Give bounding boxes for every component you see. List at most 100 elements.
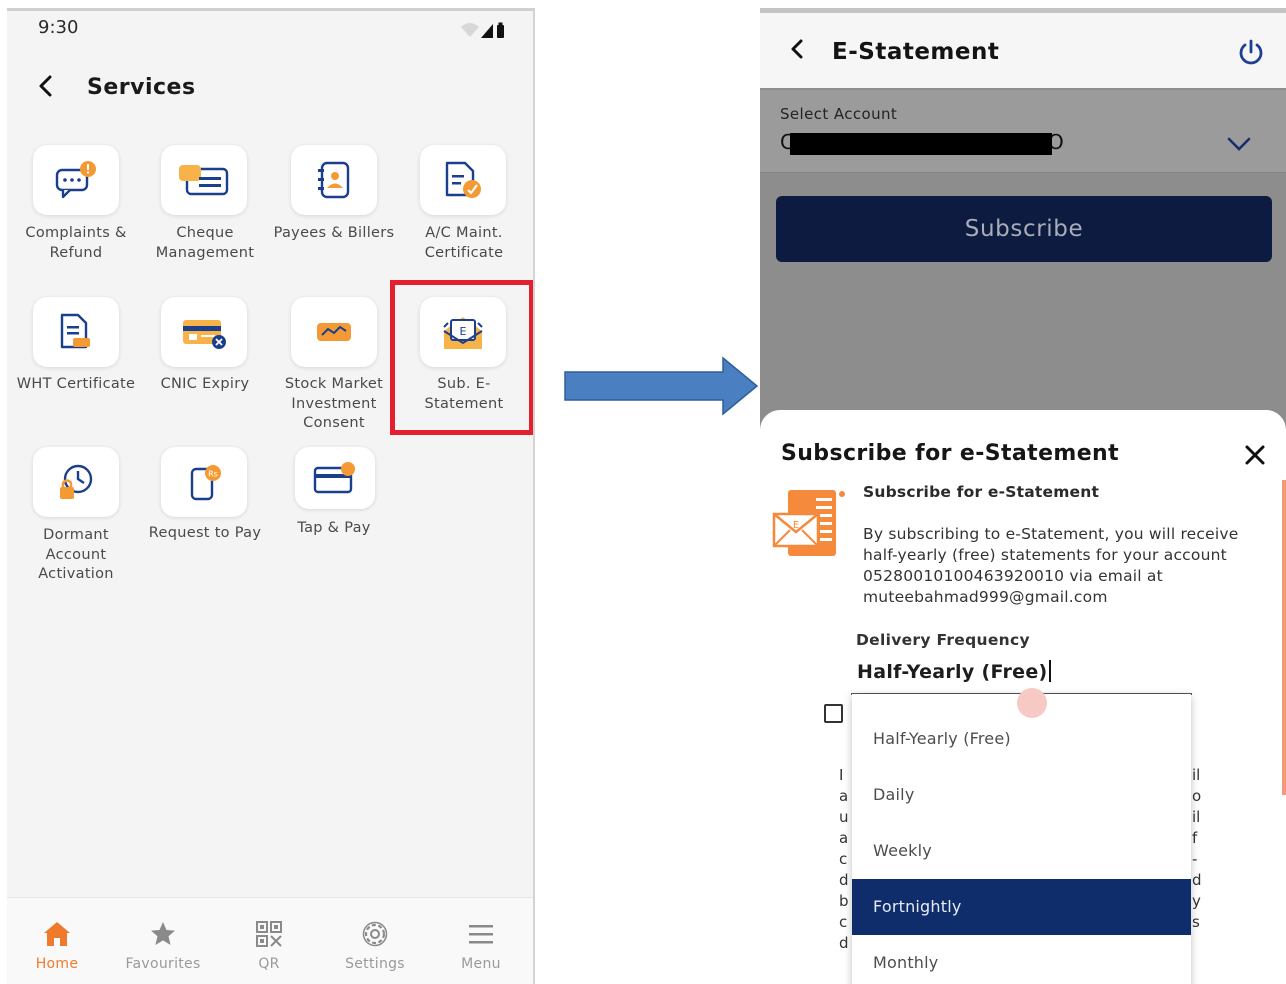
terms-text-fragment: d — [839, 934, 849, 952]
home-icon — [44, 922, 70, 946]
nav-label: Favourites — [125, 956, 201, 972]
e-statement-screen: E-Statement Select Account C O Subscribe… — [760, 8, 1286, 984]
service-label: Stock Market Investment Consent — [284, 376, 384, 431]
info-title: Subscribe for e-Statement — [863, 483, 1100, 501]
flow-arrow-icon — [564, 356, 759, 416]
service-payees-billers[interactable] — [291, 145, 377, 215]
svg-text:Rs: Rs — [208, 470, 218, 479]
service-tap-and-pay[interactable] — [295, 447, 375, 509]
nav-label: Home — [35, 956, 79, 972]
touch-indicator — [1017, 688, 1047, 718]
stock-wallet-icon — [317, 323, 351, 341]
account-label: Select Account — [780, 105, 898, 123]
cheque-icon — [179, 165, 229, 196]
frequency-label: Delivery Frequency — [856, 631, 1030, 649]
page-title: E-Statement — [832, 39, 1000, 65]
terms-text-fragment: il — [1192, 766, 1201, 784]
terms-text-fragment: I — [839, 766, 844, 784]
terms-text-fragment: c — [839, 850, 848, 868]
subscribe-button[interactable]: Subscribe — [776, 196, 1272, 262]
status-signal-icon — [461, 22, 504, 38]
dormant-clock-icon — [60, 464, 93, 499]
account-redaction — [790, 133, 1052, 155]
wht-doc-icon — [60, 313, 90, 349]
service-ac-maint-certificate[interactable] — [420, 145, 506, 215]
service-label: Complaints & Refund — [25, 225, 127, 261]
service-label: Payees & Billers — [273, 225, 395, 241]
nav-label: QR — [258, 956, 280, 972]
terms-text-fragment: c — [839, 913, 848, 931]
nav-qr[interactable]: QR — [219, 898, 319, 984]
composite-screenshot: 9:30 Services Complaints & Refund Cheque… — [0, 0, 1286, 984]
terms-text-fragment: a — [839, 787, 849, 805]
service-label: Dormant Account Activation — [38, 527, 114, 582]
close-icon[interactable] — [1244, 444, 1266, 466]
terms-text-fragment: o — [1192, 787, 1202, 805]
back-button[interactable] — [35, 73, 55, 104]
frequency-value-text: Half-Yearly (Free) — [857, 661, 1048, 683]
hamburger-menu-icon — [469, 925, 493, 944]
service-label: CNIC Expiry — [160, 376, 250, 392]
app-header: E-Statement — [760, 13, 1286, 88]
chevron-down-icon — [1227, 137, 1251, 151]
nav-home[interactable]: Home — [7, 898, 107, 984]
chevron-left-icon — [791, 39, 803, 59]
subscribe-bottom-sheet: Subscribe for e-Statement E Subscribe fo… — [760, 410, 1286, 984]
terms-text-fragment: y — [1192, 892, 1201, 910]
terms-text-fragment: b — [839, 892, 849, 910]
dropdown-option-daily[interactable]: Daily — [852, 767, 1191, 823]
dropdown-option-weekly[interactable]: Weekly — [852, 823, 1191, 879]
service-cheque-management[interactable] — [161, 145, 247, 215]
service-label: Cheque Management — [155, 225, 255, 261]
terms-text-fragment: d — [839, 871, 849, 889]
qr-icon — [256, 921, 282, 947]
service-label: Tap & Pay — [297, 520, 371, 536]
service-complaints-refund[interactable] — [33, 145, 119, 215]
service-label: Request to Pay — [148, 525, 262, 541]
dropdown-option-half-yearly[interactable]: Half-Yearly (Free) — [852, 711, 1191, 767]
terms-checkbox[interactable] — [824, 704, 843, 723]
highlight-box — [390, 280, 533, 435]
scrollbar[interactable] — [1282, 480, 1286, 795]
page-title: Services — [87, 75, 196, 100]
info-description: By subscribing to e-Statement, you will … — [863, 525, 1239, 606]
svg-text:E: E — [793, 520, 799, 531]
request-pay-phone-icon: Rs — [190, 465, 221, 501]
power-icon[interactable] — [1236, 37, 1266, 67]
bottom-navigation: Home Favourites QR Settings Menu — [7, 897, 533, 984]
dropdown-option-fortnightly[interactable]: Fortnightly — [852, 879, 1191, 935]
terms-text-fragment: a — [839, 829, 849, 847]
service-wht-certificate[interactable] — [33, 297, 119, 367]
service-label: A/C Maint. Certificate — [424, 225, 504, 261]
terms-text-fragment: d — [1192, 871, 1202, 889]
frequency-dropdown: Half-Yearly (Free) Daily Weekly Fortnigh… — [852, 694, 1191, 984]
service-dormant-activation[interactable] — [33, 447, 119, 517]
account-selector[interactable]: Select Account C O — [760, 90, 1286, 173]
terms-text-fragment: il — [1192, 808, 1201, 826]
tap-pay-card-icon — [313, 462, 355, 494]
service-cnic-expiry[interactable] — [161, 297, 247, 367]
nav-menu[interactable]: Menu — [431, 898, 531, 984]
terms-text-fragment: f — [1192, 829, 1198, 847]
nav-favourites[interactable]: Favourites — [113, 898, 213, 984]
certificate-doc-icon — [445, 161, 481, 198]
terms-text-fragment: s — [1192, 913, 1200, 931]
terms-text-fragment: - — [1192, 850, 1198, 868]
services-screen: 9:30 Services Complaints & Refund Cheque… — [7, 8, 535, 984]
status-time: 9:30 — [38, 17, 79, 38]
dropdown-option-monthly[interactable]: Monthly — [852, 935, 1191, 984]
complaint-chat-icon — [55, 161, 96, 199]
back-button[interactable] — [788, 37, 806, 68]
chevron-left-icon — [39, 75, 52, 97]
id-card-icon — [183, 320, 226, 349]
nav-label: Settings — [345, 956, 405, 972]
service-request-to-pay[interactable]: Rs — [161, 447, 247, 517]
frequency-selected-value[interactable]: Half-Yearly (Free) — [857, 660, 1051, 683]
star-icon — [151, 922, 175, 945]
service-stock-market-consent[interactable] — [291, 297, 377, 367]
payee-contact-icon — [318, 161, 350, 199]
terms-text-fragment: u — [839, 808, 849, 826]
nav-settings[interactable]: Settings — [325, 898, 425, 984]
text-cursor — [1048, 660, 1051, 682]
nav-label: Menu — [461, 956, 501, 972]
